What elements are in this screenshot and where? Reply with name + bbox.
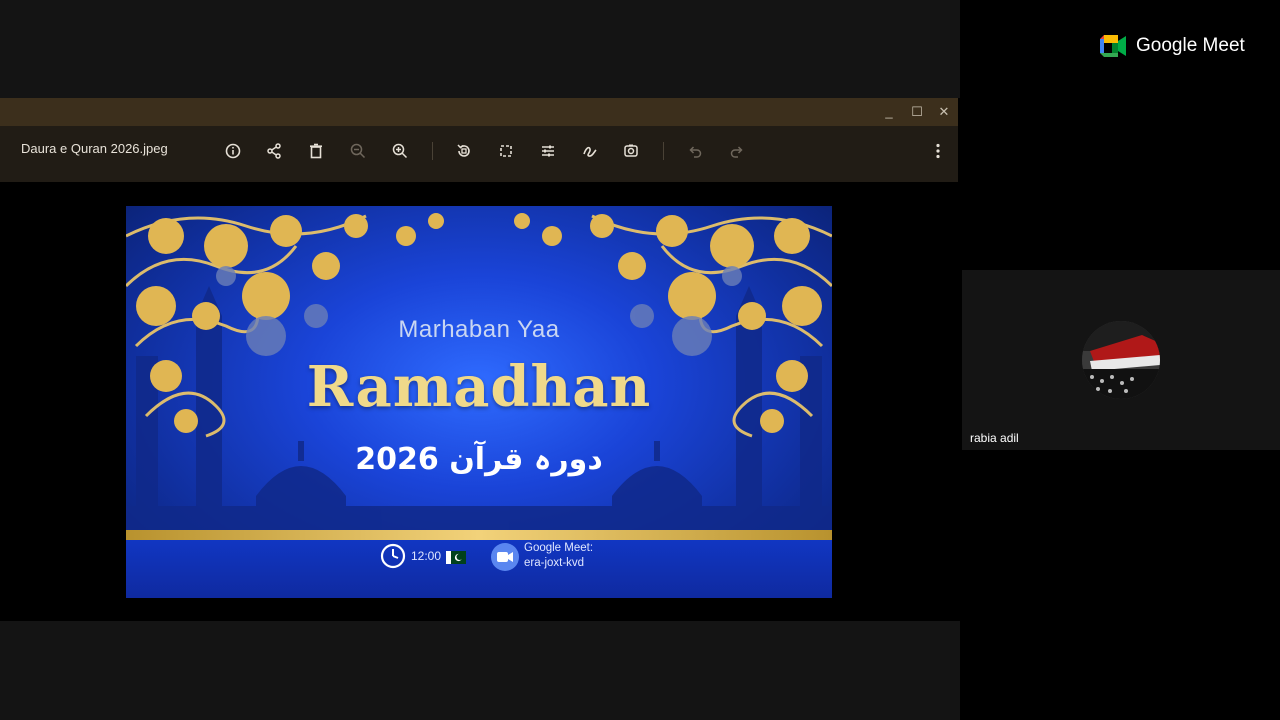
displayed-image: Marhaban Yaa Ramadhan دورہ قرآن 2026 12:… bbox=[126, 206, 832, 598]
poster-meet-label: Google Meet: bbox=[524, 542, 594, 554]
clock-icon bbox=[380, 543, 406, 569]
window-titlebar: _ ☐ ✕ bbox=[0, 98, 958, 126]
google-meet-logo: Google Meet bbox=[1100, 33, 1245, 59]
poster-meet-info: Google Meet: era-joxt-kvd bbox=[524, 541, 593, 571]
rotate-icon[interactable] bbox=[452, 139, 476, 163]
pakistan-flag-icon bbox=[446, 551, 466, 564]
file-name: Daura e Quran 2026.jpeg bbox=[21, 141, 168, 156]
avatar-image bbox=[1082, 321, 1160, 399]
poster-urdu-line: دورہ قرآن 2026 bbox=[355, 442, 603, 477]
image-viewer-window: _ ☐ ✕ Daura e Quran 2026.jpeg Marhaban Y… bbox=[0, 98, 958, 621]
maximize-button[interactable]: ☐ bbox=[907, 102, 927, 122]
close-button[interactable]: ✕ bbox=[934, 102, 954, 122]
minimize-button[interactable]: _ bbox=[879, 102, 899, 122]
poster-meet-code: era-joxt-kvd bbox=[524, 557, 585, 569]
screen: _ ☐ ✕ Daura e Quran 2026.jpeg Marhaban Y… bbox=[0, 0, 1280, 720]
video-call-icon bbox=[491, 543, 519, 571]
toolbar-divider bbox=[663, 142, 664, 160]
shared-screen-top bbox=[0, 0, 960, 98]
participant-tile[interactable]: rabia adil bbox=[962, 270, 1280, 450]
viewer-toolbar: Daura e Quran 2026.jpeg bbox=[0, 126, 958, 182]
more-icon[interactable] bbox=[926, 139, 950, 163]
google-meet-brand: Google Meet bbox=[1136, 35, 1245, 56]
poster-time: 12:00 bbox=[411, 549, 442, 563]
toolbar-divider bbox=[432, 142, 433, 160]
zoom-in-icon[interactable] bbox=[388, 139, 412, 163]
markup-icon[interactable] bbox=[578, 139, 602, 163]
google-meet-icon bbox=[1100, 35, 1126, 57]
crop-icon[interactable] bbox=[494, 139, 518, 163]
info-icon[interactable] bbox=[221, 139, 245, 163]
adjust-icon[interactable] bbox=[536, 139, 560, 163]
poster-title: Ramadhan bbox=[306, 354, 652, 420]
poster-subtitle: Marhaban Yaa bbox=[398, 316, 560, 343]
delete-icon[interactable] bbox=[304, 139, 328, 163]
zoom-out-icon[interactable] bbox=[346, 139, 370, 163]
participant-name: rabia adil bbox=[970, 431, 1019, 445]
lens-icon[interactable] bbox=[619, 139, 643, 163]
share-icon[interactable] bbox=[262, 139, 286, 163]
shared-screen-bottom bbox=[0, 621, 960, 720]
gold-band bbox=[126, 530, 832, 540]
avatar bbox=[1082, 321, 1160, 399]
redo-icon[interactable] bbox=[725, 139, 749, 163]
undo-icon[interactable] bbox=[683, 139, 707, 163]
poster-footer bbox=[126, 540, 832, 598]
